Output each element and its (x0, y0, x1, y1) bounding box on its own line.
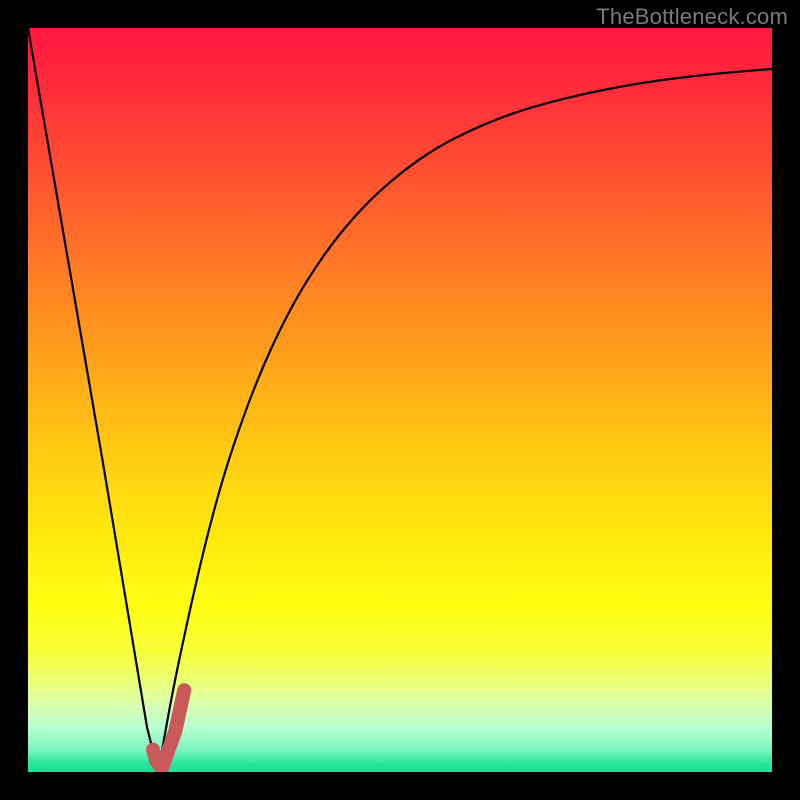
plot-area (28, 28, 772, 772)
curve-left-branch (28, 28, 158, 772)
curve-right-branch (158, 69, 772, 772)
highlight-marker (153, 690, 184, 768)
watermark-label: TheBottleneck.com (596, 4, 788, 30)
chart-canvas (28, 28, 772, 772)
